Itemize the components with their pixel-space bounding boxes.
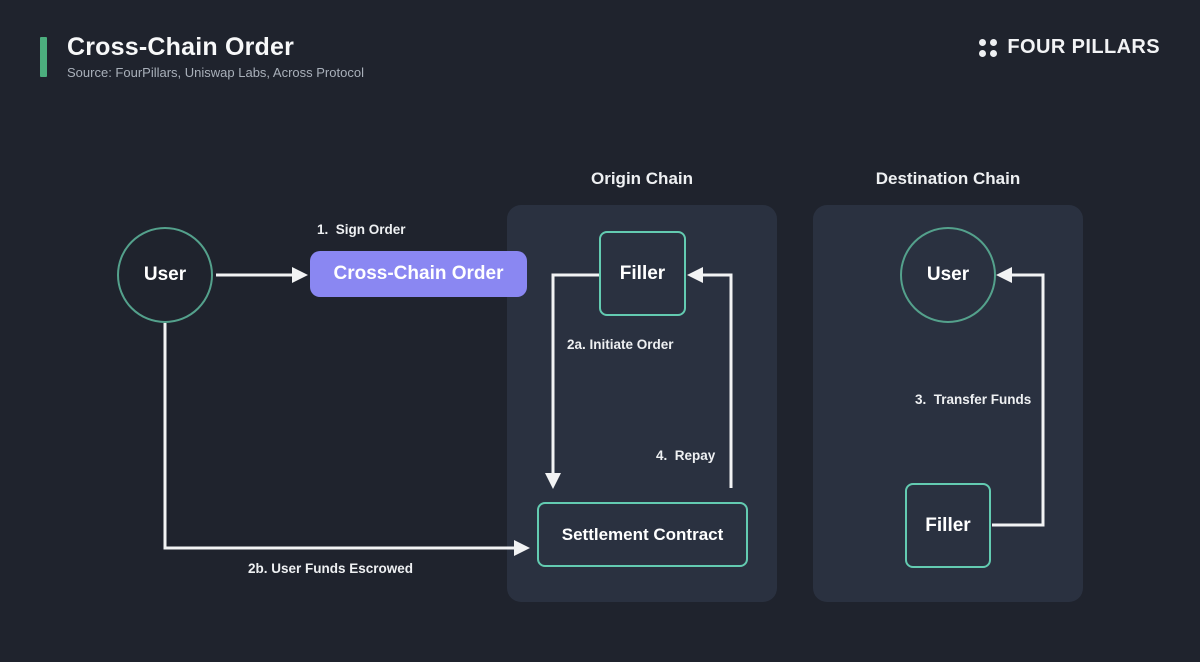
step-label-user-funds-escrowed: 2b. User Funds Escrowed <box>248 561 413 576</box>
destination-filler-label: Filler <box>925 515 970 537</box>
user-node-label: User <box>144 264 186 286</box>
source-attribution: Source: FourPillars, Uniswap Labs, Acros… <box>67 65 364 80</box>
user-node-destination: User <box>900 227 996 323</box>
destination-user-label: User <box>927 264 969 286</box>
origin-filler-node: Filler <box>599 231 686 316</box>
origin-chain-title: Origin Chain <box>507 169 777 189</box>
brand-logo: FOUR PILLARS <box>979 36 1160 59</box>
four-pillars-logo-icon <box>979 39 997 57</box>
origin-filler-label: Filler <box>620 263 665 285</box>
cross-chain-order-node: Cross-Chain Order <box>310 251 527 297</box>
step-label-sign-order: 1. Sign Order <box>317 222 406 237</box>
destination-filler-node: Filler <box>905 483 991 568</box>
arrowhead-sign-order <box>292 267 308 283</box>
settlement-contract-node: Settlement Contract <box>537 502 748 567</box>
destination-chain-title: Destination Chain <box>813 169 1083 189</box>
step-label-transfer-funds: 3. Transfer Funds <box>915 392 1031 407</box>
settlement-contract-label: Settlement Contract <box>562 525 724 545</box>
title-accent-bar <box>40 37 47 77</box>
cross-chain-order-label: Cross-Chain Order <box>334 263 504 285</box>
brand-name: FOUR PILLARS <box>1007 36 1160 59</box>
page-title: Cross-Chain Order <box>67 33 294 62</box>
user-node-left: User <box>117 227 213 323</box>
step-label-initiate-order: 2a. Initiate Order <box>567 337 674 352</box>
step-label-repay: 4. Repay <box>656 448 715 463</box>
cross-chain-order-diagram: Cross-Chain Order Source: FourPillars, U… <box>0 0 1200 662</box>
arrow-user-funds-escrowed <box>165 323 514 548</box>
